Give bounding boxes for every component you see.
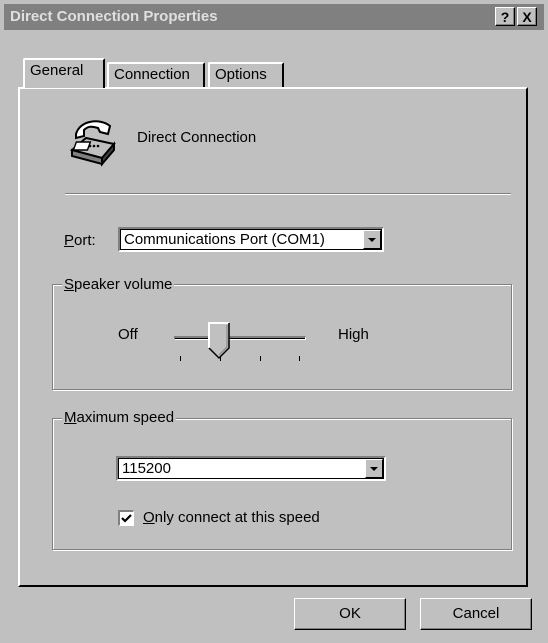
speaker-volume-mnemonic: S: [64, 276, 75, 293]
help-button[interactable]: ?: [495, 7, 515, 26]
tab-options[interactable]: Options: [208, 62, 284, 88]
only-connect-label[interactable]: Only connect at this speed: [143, 509, 320, 526]
only-connect-text: nly connect at this speed: [154, 509, 320, 526]
tab-label: Options: [215, 66, 267, 83]
tab-connection[interactable]: Connection: [107, 62, 205, 88]
maximum-speed-title: Maximum speed: [62, 409, 177, 426]
speed-select[interactable]: 115200: [116, 456, 386, 481]
only-connect-checkbox[interactable]: [118, 510, 134, 526]
connection-name: Direct Connection: [137, 129, 257, 146]
telephone-icon: [69, 120, 116, 167]
window-title: Direct Connection Properties: [10, 8, 218, 25]
volume-slider-track[interactable]: [174, 336, 306, 340]
close-icon: X: [522, 9, 532, 25]
title-bar: Direct Connection Properties ? X: [4, 4, 544, 30]
chevron-down-icon[interactable]: [363, 230, 381, 249]
help-icon: ?: [500, 9, 510, 25]
separator: [65, 193, 511, 195]
chevron-down-icon[interactable]: [365, 459, 383, 478]
tab-label: Connection: [114, 66, 190, 83]
port-label: Port:: [64, 232, 96, 249]
port-label-text: ort:: [74, 232, 96, 249]
slider-tick: [180, 356, 181, 361]
slider-tick: [260, 356, 261, 361]
maximum-speed-mnemonic: M: [64, 409, 77, 426]
cancel-button[interactable]: Cancel: [420, 598, 532, 630]
speed-value: 115200: [122, 460, 171, 477]
ok-button[interactable]: OK: [294, 598, 406, 630]
volume-min-label: Off: [118, 326, 138, 343]
tab-label: General: [30, 62, 84, 79]
port-value: Communications Port (COM1): [124, 231, 325, 248]
speaker-volume-title: Speaker volume: [62, 276, 175, 293]
port-select[interactable]: Communications Port (COM1): [118, 227, 384, 252]
maximum-speed-group: [52, 418, 512, 550]
volume-slider-thumb[interactable]: [208, 322, 230, 360]
checkmark-icon: [121, 514, 132, 523]
speaker-volume-text: peaker volume: [74, 276, 173, 293]
tab-general[interactable]: General: [23, 58, 105, 88]
port-label-mnemonic: P: [64, 232, 75, 249]
slider-tick: [299, 356, 300, 361]
maximum-speed-text: aximum speed: [76, 409, 175, 426]
volume-max-label: High: [338, 326, 369, 343]
properties-dialog: Direct Connection Properties ? X General…: [0, 0, 548, 643]
close-button[interactable]: X: [517, 7, 537, 26]
only-connect-mnemonic: O: [143, 509, 155, 526]
